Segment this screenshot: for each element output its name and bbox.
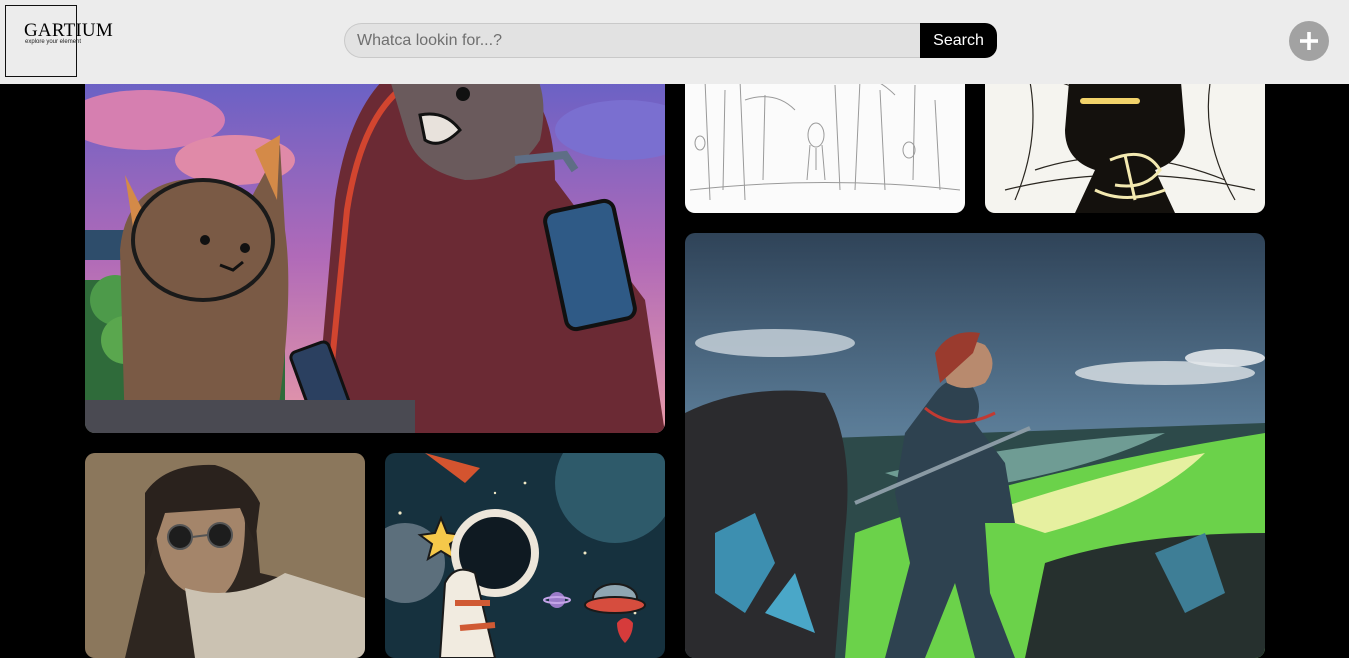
search-input[interactable] [344, 23, 922, 58]
cat-hoodie-artwork [85, 40, 665, 433]
astronaut-space-artwork [385, 453, 665, 658]
top-header: GARTIUM explore your element Search [0, 0, 1349, 84]
add-post-button[interactable] [1289, 21, 1329, 61]
plus-icon [1300, 32, 1318, 50]
gallery-card-astronaut[interactable] [385, 453, 665, 658]
search-bar: Search [344, 23, 997, 58]
knight-coast-artwork [685, 233, 1265, 658]
gallery-card-goggles-portrait[interactable] [85, 453, 365, 658]
search-button[interactable]: Search [920, 23, 997, 58]
gallery-card-knight-coast[interactable] [685, 233, 1265, 658]
gallery-card-cat-hoodie[interactable] [85, 40, 665, 433]
goggles-portrait-artwork [85, 453, 365, 658]
logo-tagline: explore your element [25, 39, 82, 45]
